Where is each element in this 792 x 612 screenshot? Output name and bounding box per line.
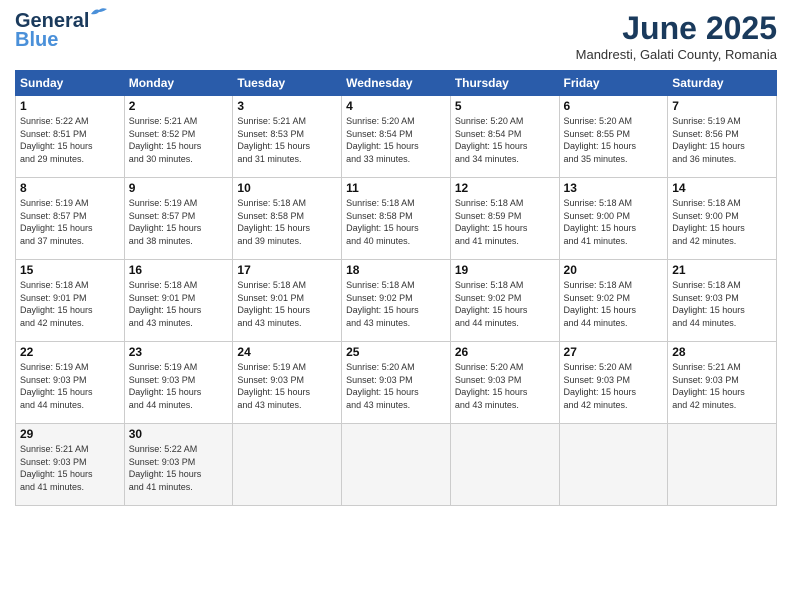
day-info: Sunrise: 5:20 AM Sunset: 8:55 PM Dayligh… <box>564 115 664 165</box>
title-block: June 2025 Mandresti, Galati County, Roma… <box>576 10 777 62</box>
day-number: 9 <box>129 181 229 195</box>
day-info: Sunrise: 5:20 AM Sunset: 8:54 PM Dayligh… <box>346 115 446 165</box>
day-number: 24 <box>237 345 337 359</box>
day-info: Sunrise: 5:18 AM Sunset: 9:00 PM Dayligh… <box>564 197 664 247</box>
day-number: 28 <box>672 345 772 359</box>
logo-bird-icon <box>89 6 107 20</box>
day-number: 30 <box>129 427 229 441</box>
day-info: Sunrise: 5:21 AM Sunset: 9:03 PM Dayligh… <box>20 443 120 493</box>
table-row: 29 Sunrise: 5:21 AM Sunset: 9:03 PM Dayli… <box>16 424 777 506</box>
day-info: Sunrise: 5:18 AM Sunset: 8:58 PM Dayligh… <box>346 197 446 247</box>
day-number: 5 <box>455 99 555 113</box>
day-info: Sunrise: 5:19 AM Sunset: 8:57 PM Dayligh… <box>129 197 229 247</box>
day-info: Sunrise: 5:20 AM Sunset: 8:54 PM Dayligh… <box>455 115 555 165</box>
page: General Blue June 2025 Mandresti, Galati… <box>0 0 792 612</box>
logo: General Blue <box>15 10 89 52</box>
day-info: Sunrise: 5:19 AM Sunset: 9:03 PM Dayligh… <box>237 361 337 411</box>
day-number: 25 <box>346 345 446 359</box>
table-row: 22 Sunrise: 5:19 AM Sunset: 9:03 PM Dayli… <box>16 342 777 424</box>
day-info: Sunrise: 5:18 AM Sunset: 8:59 PM Dayligh… <box>455 197 555 247</box>
table-row: 15 Sunrise: 5:18 AM Sunset: 9:01 PM Dayli… <box>16 260 777 342</box>
day-info: Sunrise: 5:18 AM Sunset: 9:01 PM Dayligh… <box>20 279 120 329</box>
day-number: 12 <box>455 181 555 195</box>
day-number: 22 <box>20 345 120 359</box>
day-number: 7 <box>672 99 772 113</box>
table-row: 8 Sunrise: 5:19 AM Sunset: 8:57 PM Daylig… <box>16 178 777 260</box>
table-row: 1 Sunrise: 5:22 AM Sunset: 8:51 PM Daylig… <box>16 96 777 178</box>
th-thursday: Thursday <box>450 71 559 96</box>
day-info: Sunrise: 5:19 AM Sunset: 9:03 PM Dayligh… <box>129 361 229 411</box>
day-number: 1 <box>20 99 120 113</box>
day-number: 11 <box>346 181 446 195</box>
day-info: Sunrise: 5:18 AM Sunset: 9:02 PM Dayligh… <box>455 279 555 329</box>
day-info: Sunrise: 5:21 AM Sunset: 8:53 PM Dayligh… <box>237 115 337 165</box>
day-info: Sunrise: 5:20 AM Sunset: 9:03 PM Dayligh… <box>346 361 446 411</box>
th-friday: Friday <box>559 71 668 96</box>
month-title: June 2025 <box>576 10 777 47</box>
day-number: 15 <box>20 263 120 277</box>
day-number: 3 <box>237 99 337 113</box>
location: Mandresti, Galati County, Romania <box>576 47 777 62</box>
th-sunday: Sunday <box>16 71 125 96</box>
day-info: Sunrise: 5:18 AM Sunset: 9:01 PM Dayligh… <box>237 279 337 329</box>
header-row: Sunday Monday Tuesday Wednesday Thursday… <box>16 71 777 96</box>
th-monday: Monday <box>124 71 233 96</box>
day-number: 27 <box>564 345 664 359</box>
day-info: Sunrise: 5:21 AM Sunset: 8:52 PM Dayligh… <box>129 115 229 165</box>
th-wednesday: Wednesday <box>342 71 451 96</box>
day-number: 14 <box>672 181 772 195</box>
day-number: 26 <box>455 345 555 359</box>
day-info: Sunrise: 5:18 AM Sunset: 9:03 PM Dayligh… <box>672 279 772 329</box>
day-info: Sunrise: 5:18 AM Sunset: 9:02 PM Dayligh… <box>346 279 446 329</box>
day-number: 23 <box>129 345 229 359</box>
day-info: Sunrise: 5:22 AM Sunset: 9:03 PM Dayligh… <box>129 443 229 493</box>
logo-general: General <box>15 10 89 32</box>
day-info: Sunrise: 5:20 AM Sunset: 9:03 PM Dayligh… <box>455 361 555 411</box>
day-number: 8 <box>20 181 120 195</box>
day-info: Sunrise: 5:19 AM Sunset: 8:56 PM Dayligh… <box>672 115 772 165</box>
day-info: Sunrise: 5:20 AM Sunset: 9:03 PM Dayligh… <box>564 361 664 411</box>
day-number: 18 <box>346 263 446 277</box>
day-info: Sunrise: 5:19 AM Sunset: 8:57 PM Dayligh… <box>20 197 120 247</box>
day-number: 19 <box>455 263 555 277</box>
th-saturday: Saturday <box>668 71 777 96</box>
day-number: 6 <box>564 99 664 113</box>
day-info: Sunrise: 5:19 AM Sunset: 9:03 PM Dayligh… <box>20 361 120 411</box>
th-tuesday: Tuesday <box>233 71 342 96</box>
calendar-table: Sunday Monday Tuesday Wednesday Thursday… <box>15 70 777 506</box>
day-number: 29 <box>20 427 120 441</box>
day-info: Sunrise: 5:18 AM Sunset: 8:58 PM Dayligh… <box>237 197 337 247</box>
day-number: 4 <box>346 99 446 113</box>
day-number: 16 <box>129 263 229 277</box>
day-number: 2 <box>129 99 229 113</box>
day-info: Sunrise: 5:22 AM Sunset: 8:51 PM Dayligh… <box>20 115 120 165</box>
day-info: Sunrise: 5:18 AM Sunset: 9:01 PM Dayligh… <box>129 279 229 329</box>
day-number: 13 <box>564 181 664 195</box>
day-info: Sunrise: 5:21 AM Sunset: 9:03 PM Dayligh… <box>672 361 772 411</box>
day-number: 20 <box>564 263 664 277</box>
day-info: Sunrise: 5:18 AM Sunset: 9:02 PM Dayligh… <box>564 279 664 329</box>
day-info: Sunrise: 5:18 AM Sunset: 9:00 PM Dayligh… <box>672 197 772 247</box>
day-number: 10 <box>237 181 337 195</box>
header: General Blue June 2025 Mandresti, Galati… <box>15 10 777 62</box>
day-number: 21 <box>672 263 772 277</box>
day-number: 17 <box>237 263 337 277</box>
